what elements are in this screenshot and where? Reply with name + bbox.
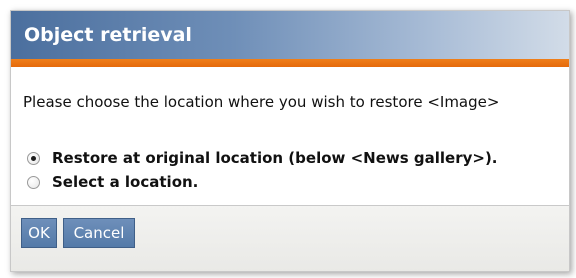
dialog-footer: OK Cancel: [11, 205, 569, 271]
option-restore-original[interactable]: Restore at original location (below <New…: [27, 149, 498, 167]
title-accent-bar: [11, 59, 569, 67]
restore-prompt: Please choose the location where you wis…: [23, 93, 500, 111]
dialog-title: Object retrieval: [24, 24, 192, 46]
ok-button[interactable]: OK: [21, 218, 57, 248]
dialog-content: Please choose the location where you wis…: [11, 67, 569, 205]
cancel-button[interactable]: Cancel: [63, 218, 135, 248]
dialog-titlebar: Object retrieval: [11, 11, 569, 59]
radio-select-location[interactable]: [27, 175, 40, 189]
option-select-location[interactable]: Select a location.: [27, 173, 198, 191]
radio-restore-original[interactable]: [27, 151, 40, 165]
option-select-location-label: Select a location.: [52, 173, 199, 191]
option-restore-original-label: Restore at original location (below <New…: [52, 149, 498, 167]
object-retrieval-dialog: Object retrieval Please choose the locat…: [10, 10, 570, 272]
